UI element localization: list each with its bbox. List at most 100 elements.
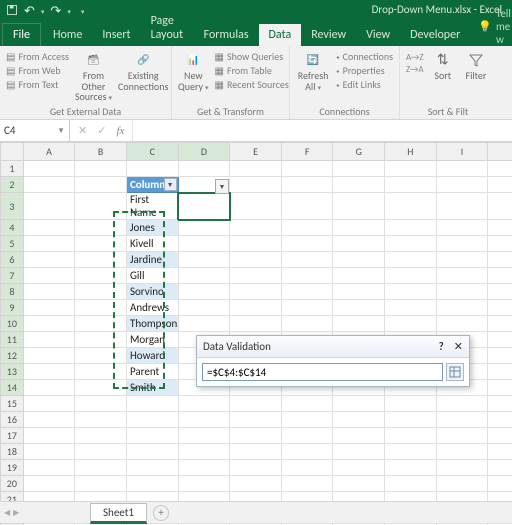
- cell[interactable]: [488, 460, 512, 476]
- name-box[interactable]: C4 ▼: [0, 120, 70, 141]
- cell[interactable]: [126, 460, 178, 476]
- cell[interactable]: [75, 193, 127, 220]
- cell[interactable]: [488, 380, 512, 396]
- cell[interactable]: [178, 460, 230, 476]
- cell[interactable]: [385, 284, 437, 300]
- refresh-all-button[interactable]: 🔄 Refresh All: [296, 48, 330, 92]
- cell[interactable]: [281, 284, 333, 300]
- cell[interactable]: [333, 396, 385, 412]
- cell[interactable]: [488, 236, 512, 252]
- cell[interactable]: [178, 220, 230, 236]
- formula-input[interactable]: [132, 120, 512, 141]
- cell[interactable]: [23, 177, 75, 193]
- cell[interactable]: [436, 476, 488, 492]
- sort-az-icon[interactable]: A→Z: [406, 52, 424, 63]
- cell[interactable]: [75, 161, 127, 177]
- cell[interactable]: [75, 396, 127, 412]
- cell[interactable]: [385, 177, 437, 193]
- edit-links-button[interactable]: 🞘Edit Links: [336, 78, 393, 91]
- cell[interactable]: [488, 444, 512, 460]
- cell[interactable]: [488, 364, 512, 380]
- row-header[interactable]: 2: [1, 177, 24, 193]
- filter-button[interactable]: Filter: [462, 48, 490, 82]
- cell[interactable]: First Name: [126, 193, 178, 220]
- cell[interactable]: [23, 220, 75, 236]
- cell[interactable]: [281, 412, 333, 428]
- row-header[interactable]: 10: [1, 316, 24, 332]
- cell[interactable]: [385, 220, 437, 236]
- row-header[interactable]: 15: [1, 396, 24, 412]
- cell[interactable]: [385, 396, 437, 412]
- cell[interactable]: [23, 236, 75, 252]
- cell[interactable]: [333, 236, 385, 252]
- show-queries-button[interactable]: ▦Show Queries: [215, 50, 289, 63]
- cell[interactable]: [488, 193, 512, 220]
- cell[interactable]: [23, 428, 75, 444]
- cell[interactable]: [488, 284, 512, 300]
- cell[interactable]: [23, 268, 75, 284]
- tab-formulas[interactable]: Formulas: [194, 24, 259, 46]
- enter-icon[interactable]: ✓: [97, 124, 106, 137]
- cell[interactable]: [436, 396, 488, 412]
- new-query-button[interactable]: 📊 New Query: [178, 48, 209, 92]
- cell[interactable]: [230, 396, 282, 412]
- cell[interactable]: [281, 300, 333, 316]
- column-header[interactable]: F: [281, 143, 333, 161]
- cell[interactable]: Gill: [126, 268, 178, 284]
- sort-button[interactable]: ⇅ Sort: [430, 48, 456, 82]
- cell[interactable]: [126, 444, 178, 460]
- redo-icon[interactable]: ↷: [50, 4, 61, 19]
- cell[interactable]: [126, 412, 178, 428]
- cell[interactable]: [385, 460, 437, 476]
- cell[interactable]: [23, 476, 75, 492]
- cell[interactable]: [333, 284, 385, 300]
- cell[interactable]: [488, 476, 512, 492]
- cell[interactable]: [385, 444, 437, 460]
- cell[interactable]: [385, 316, 437, 332]
- cell[interactable]: [230, 161, 282, 177]
- cell[interactable]: [178, 193, 230, 220]
- cell[interactable]: [436, 284, 488, 300]
- dropdown-handle[interactable]: ▼: [215, 179, 229, 194]
- cell[interactable]: [436, 220, 488, 236]
- cell[interactable]: [178, 161, 230, 177]
- cell[interactable]: Parent: [126, 364, 178, 380]
- cell[interactable]: [385, 268, 437, 284]
- cell[interactable]: Kivell: [126, 236, 178, 252]
- cell[interactable]: [436, 252, 488, 268]
- tab-review[interactable]: Review: [301, 24, 356, 46]
- column-header[interactable]: H: [385, 143, 437, 161]
- cell[interactable]: [230, 412, 282, 428]
- cell[interactable]: [436, 268, 488, 284]
- cell[interactable]: [385, 476, 437, 492]
- cell[interactable]: [436, 161, 488, 177]
- cell[interactable]: [178, 236, 230, 252]
- cell[interactable]: [333, 268, 385, 284]
- cell[interactable]: Andrews: [126, 300, 178, 316]
- cell[interactable]: [281, 428, 333, 444]
- cell[interactable]: [436, 177, 488, 193]
- cell[interactable]: [436, 412, 488, 428]
- cell[interactable]: [75, 284, 127, 300]
- column-header[interactable]: G: [333, 143, 385, 161]
- cell[interactable]: [23, 316, 75, 332]
- row-header[interactable]: 16: [1, 412, 24, 428]
- column-header[interactable]: A: [23, 143, 75, 161]
- undo-icon[interactable]: ↶: [24, 4, 35, 19]
- row-header[interactable]: 12: [1, 348, 24, 364]
- cell[interactable]: [281, 268, 333, 284]
- cell[interactable]: [75, 364, 127, 380]
- cell[interactable]: [385, 252, 437, 268]
- cell[interactable]: [488, 348, 512, 364]
- recent-sources-button[interactable]: ▦Recent Sources: [215, 78, 289, 91]
- cell[interactable]: [75, 460, 127, 476]
- row-header[interactable]: 11: [1, 332, 24, 348]
- cell[interactable]: Column1▼: [126, 177, 178, 193]
- cell[interactable]: [178, 252, 230, 268]
- cell[interactable]: [23, 364, 75, 380]
- cell[interactable]: [230, 268, 282, 284]
- cell[interactable]: [75, 380, 127, 396]
- cell[interactable]: [75, 177, 127, 193]
- cell[interactable]: [178, 284, 230, 300]
- properties-button[interactable]: 🞘Properties: [336, 64, 393, 77]
